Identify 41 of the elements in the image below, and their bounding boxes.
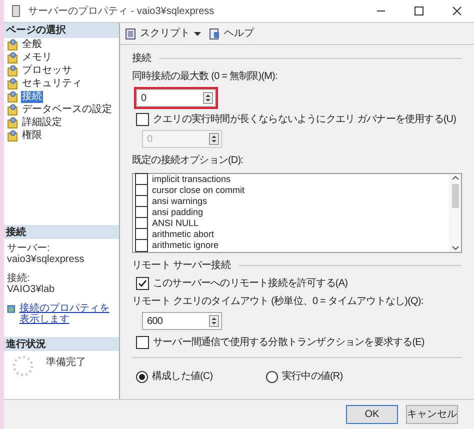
timeout-label: リモート クエリのタイムアウト (秒単位、0 = タイムアウトなし)(Q): <box>132 294 424 309</box>
connection-name: VAIO3¥lab <box>7 284 56 295</box>
option-label[interactable]: implicit transactions <box>152 174 231 185</box>
allow-remote-label: このサーバーへのリモート接続を許可する(A) <box>153 276 348 291</box>
timeout-field[interactable]: 600 <box>142 312 222 330</box>
sidebar-heading: ページの選択 <box>4 23 119 38</box>
distributed-label: サーバー間通信で使用する分散トランザクションを要求する(E) <box>153 336 424 350</box>
section-heading: 進行状況 <box>4 337 119 351</box>
max-connections-field[interactable]: 0 <box>136 89 216 107</box>
sidebar-item[interactable]: 接続 <box>21 90 43 102</box>
option-label[interactable]: cursor close on commit <box>152 185 245 196</box>
radio-label: 構成した値(C) <box>152 370 213 384</box>
section-heading: 接続 <box>132 52 152 66</box>
option-label[interactable]: ANSI NULL <box>152 218 199 229</box>
sidebar-item[interactable]: セキュリティ <box>21 78 83 90</box>
option-label[interactable]: ansi warnings <box>152 196 208 207</box>
help-button[interactable]: ヘルプ <box>209 26 254 41</box>
properties-link[interactable]: 接続のプロパティを表示します <box>19 303 116 325</box>
section-heading: 接続 <box>4 225 119 239</box>
radio-label: 実行中の値(R) <box>282 370 343 384</box>
dialog-button[interactable]: OK <box>346 405 398 424</box>
connection-label: 接続: <box>7 273 31 284</box>
section-heading: リモート サーバー接続 <box>132 258 230 273</box>
sidebar-item[interactable]: 詳細設定 <box>21 116 63 128</box>
options-label: 既定の接続オプション(D): <box>132 154 244 168</box>
option-label[interactable]: arithmetic abort <box>152 229 214 240</box>
server-name: vaio3¥sqlexpress <box>7 254 86 265</box>
server-label: サーバー: <box>7 243 51 254</box>
dialog-button[interactable]: キャンセル <box>406 405 458 424</box>
sidebar-item[interactable]: 全般 <box>21 38 43 50</box>
status-text: 準備完了 <box>46 356 86 370</box>
option-label[interactable]: arithmetic ignore <box>152 240 219 251</box>
option-label[interactable]: ansi padding <box>152 207 204 218</box>
sidebar-item[interactable]: 権限 <box>21 130 43 142</box>
sidebar-item[interactable]: メモリ <box>21 52 53 64</box>
sidebar-item[interactable]: プロセッサ <box>21 64 73 76</box>
script-button[interactable]: スクリプト <box>124 26 190 41</box>
sidebar-item[interactable]: データベースの設定 <box>21 104 113 116</box>
max-connections-label: 同時接続の最大数 (0 = 無制限)(M): <box>132 70 278 84</box>
window-title: サーバーのプロパティ - vaio3¥sqlexpress <box>28 4 216 18</box>
governor-label: クエリの実行時間が長くならないようにクエリ ガバナーを使用する(U) <box>153 112 456 127</box>
